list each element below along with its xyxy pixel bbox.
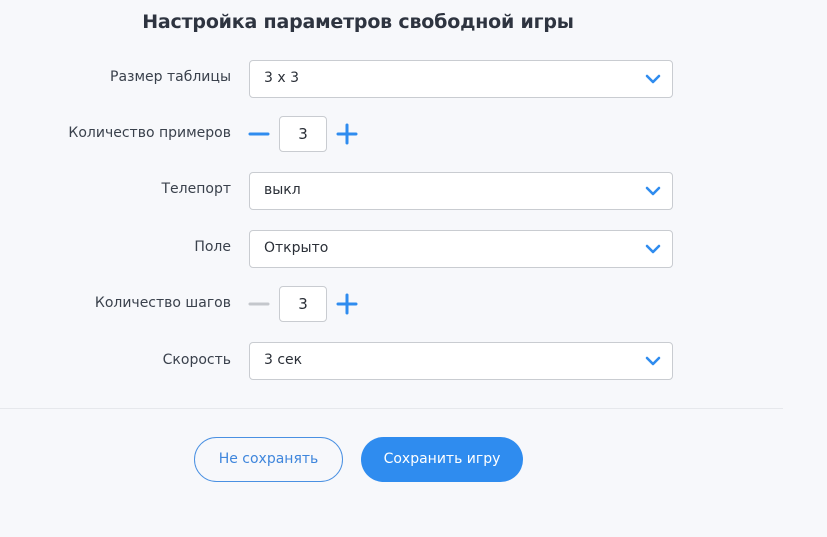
minus-icon[interactable] bbox=[248, 293, 270, 315]
chevron-down-icon bbox=[645, 244, 661, 254]
field-value: Открыто bbox=[264, 240, 329, 256]
speed-value: 3 сек bbox=[264, 352, 303, 368]
table-size-label: Размер таблицы bbox=[110, 69, 231, 85]
examples-count-value[interactable]: 3 bbox=[279, 116, 327, 152]
field-select[interactable]: Открыто bbox=[249, 230, 673, 268]
speed-select[interactable]: 3 сек bbox=[249, 342, 673, 380]
table-size-value: 3 х 3 bbox=[264, 70, 299, 86]
minus-icon[interactable] bbox=[248, 123, 270, 145]
speed-label: Скорость bbox=[162, 352, 231, 368]
dont-save-button[interactable]: Не сохранять bbox=[194, 437, 343, 482]
page-title: Настройка параметров свободной игры bbox=[142, 11, 574, 33]
plus-icon[interactable] bbox=[336, 123, 358, 145]
field-label: Поле bbox=[194, 239, 231, 255]
chevron-down-icon bbox=[645, 186, 661, 196]
save-game-button[interactable]: Сохранить игру bbox=[361, 437, 523, 482]
teleport-value: выкл bbox=[264, 182, 301, 198]
teleport-label: Телепорт bbox=[161, 181, 232, 197]
game-settings-page: Настройка параметров свободной игры Разм… bbox=[0, 0, 827, 537]
examples-count-label: Количество примеров bbox=[68, 125, 231, 141]
steps-count-label: Количество шагов bbox=[94, 295, 231, 311]
steps-count-value[interactable]: 3 bbox=[279, 286, 327, 322]
chevron-down-icon bbox=[645, 356, 661, 366]
plus-icon[interactable] bbox=[336, 293, 358, 315]
divider bbox=[0, 408, 783, 409]
chevron-down-icon bbox=[645, 74, 661, 84]
teleport-select[interactable]: выкл bbox=[249, 172, 673, 210]
table-size-select[interactable]: 3 х 3 bbox=[249, 60, 673, 98]
